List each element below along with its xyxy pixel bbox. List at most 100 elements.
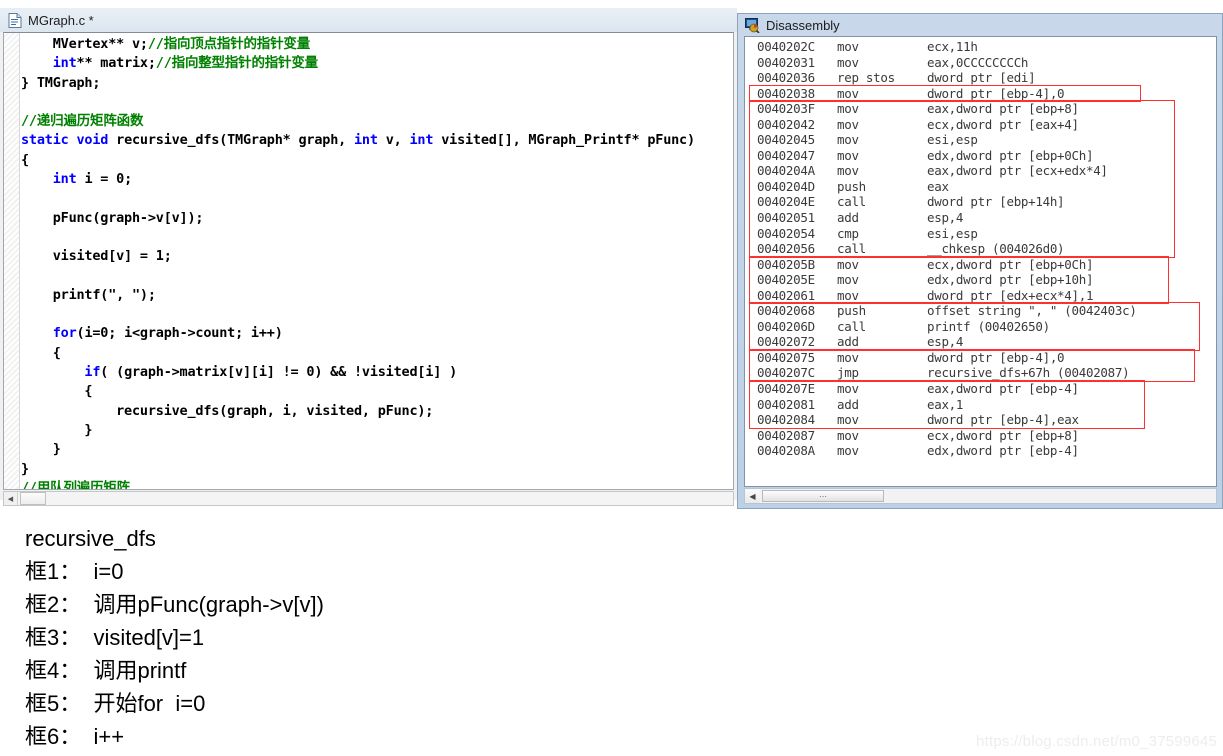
disassembly-row[interactable]: 00402056 call __chkesp (004026d0) — [745, 241, 1216, 257]
editor-tab-title: MGraph.c * — [28, 12, 94, 28]
instruction-address: 0040207E — [757, 381, 815, 397]
disassembly-row[interactable]: 00402038 mov dword ptr [ebp-4],0 — [745, 86, 1216, 102]
instruction-address: 00402031 — [757, 54, 815, 70]
instruction-address: 00402038 — [757, 85, 815, 101]
watermark-text: https://blog.csdn.net/m0_37599645 — [976, 733, 1217, 750]
disassembly-row[interactable]: 00402054 cmp esi,esp — [745, 226, 1216, 242]
code-token: { — [21, 383, 93, 400]
disassembly-row[interactable]: 00402081 add eax,1 — [745, 397, 1216, 413]
code-token: int — [52, 171, 77, 188]
code-token: //指向整型指针的指针变量 — [155, 55, 318, 72]
instruction-mnemonic: add — [837, 396, 859, 412]
disassembly-row[interactable]: 0040203F mov eax,dword ptr [ebp+8] — [745, 101, 1216, 117]
instruction-operands: dword ptr [ebp-4],0 — [927, 85, 1065, 101]
instruction-mnemonic: mov — [837, 272, 859, 288]
code-token: //指向顶点指针的指针变量 — [147, 36, 310, 52]
code-line: visited[v] = 1; — [21, 247, 733, 266]
disassembly-row[interactable]: 00402045 mov esi,esp — [745, 132, 1216, 148]
disassembly-row[interactable]: 0040202C mov ecx,11h — [745, 39, 1216, 55]
instruction-address: 00402056 — [757, 241, 815, 257]
editor-scroll-left-arrow-icon[interactable]: ◀ — [4, 492, 18, 505]
code-token: int — [353, 132, 378, 149]
code-line: if( (graph->matrix[v][i] != 0) && !visit… — [21, 363, 733, 382]
disassembly-row[interactable]: 00402036 rep stos dword ptr [edi] — [745, 70, 1216, 86]
instruction-operands: offset string ", " (0042403c) — [927, 303, 1137, 319]
code-token: static void — [21, 132, 109, 149]
editor-text-area[interactable]: MVertex** v;//指向顶点指针的指针变量 int** matrix;/… — [3, 32, 734, 490]
instruction-address: 00402051 — [757, 210, 815, 226]
disassembly-row[interactable]: 0040206D call printf (00402650) — [745, 319, 1216, 335]
disassembly-title: Disassembly — [766, 17, 840, 33]
disassembly-row[interactable]: 0040208A mov edx,dword ptr [ebp-4] — [745, 443, 1216, 459]
instruction-mnemonic: push — [837, 178, 866, 194]
code-line: recursive_dfs(graph, i, visited, pFunc); — [21, 402, 733, 421]
source-code-content[interactable]: MVertex** v;//指向顶点指针的指针变量 int** matrix;/… — [21, 35, 733, 489]
instruction-address: 0040206D — [757, 318, 815, 334]
instruction-operands: dword ptr [ebp-4],0 — [927, 349, 1065, 365]
instruction-address: 0040202C — [757, 39, 815, 54]
instruction-operands: eax,dword ptr [ecx+edx*4] — [927, 163, 1108, 179]
code-token: ** matrix; — [76, 55, 156, 72]
code-line: //用队列遍历矩阵 — [21, 479, 733, 489]
instruction-address: 00402084 — [757, 412, 815, 428]
disassembly-row[interactable]: 00402068 push offset string ", " (0042403c… — [745, 303, 1216, 319]
disassembly-row[interactable]: 00402047 mov edx,dword ptr [ebp+0Ch] — [745, 148, 1216, 164]
instruction-mnemonic: mov — [837, 443, 859, 459]
instruction-mnemonic: mov — [837, 427, 859, 443]
disassembly-scroll-left-arrow-icon[interactable]: ◀ — [745, 489, 760, 503]
disassembly-rows[interactable]: 0040202C mov ecx,11h 00402031 mov eax,0CCCCCC… — [745, 39, 1216, 459]
disassembly-row[interactable]: 0040204E call dword ptr [ebp+14h] — [745, 194, 1216, 210]
instruction-address: 00402068 — [757, 303, 815, 319]
code-line: } — [21, 460, 733, 479]
instruction-address: 00402042 — [757, 116, 815, 132]
disassembly-window-icon — [745, 17, 760, 34]
instruction-operands: eax,dword ptr [ebp-4] — [927, 381, 1079, 397]
instruction-operands: eax,dword ptr [ebp+8] — [927, 101, 1079, 117]
instruction-mnemonic: mov — [837, 101, 859, 117]
disassembly-row[interactable]: 00402051 add esp,4 — [745, 210, 1216, 226]
instruction-address: 0040207C — [757, 365, 815, 381]
instruction-mnemonic: add — [837, 210, 859, 226]
disassembly-row[interactable]: 00402031 mov eax,0CCCCCCCCh — [745, 55, 1216, 71]
note-line: 框5： 开始for i=0 — [25, 691, 206, 716]
disassembly-listing-area[interactable]: 0040202C mov ecx,11h 00402031 mov eax,0CCCCCC… — [744, 36, 1217, 487]
instruction-address: 0040208A — [757, 443, 815, 459]
disassembly-row[interactable]: 0040205B mov ecx,dword ptr [ebp+0Ch] — [745, 257, 1216, 273]
disassembly-row[interactable]: 00402042 mov ecx,dword ptr [eax+4] — [745, 117, 1216, 133]
disassembly-row[interactable]: 00402072 add esp,4 — [745, 334, 1216, 350]
disassembly-row[interactable]: 00402087 mov ecx,dword ptr [ebp+8] — [745, 428, 1216, 444]
editor-horizontal-scrollbar[interactable]: ◀ — [3, 491, 734, 506]
code-token: recursive_dfs(graph, i, visited, pFunc); — [21, 402, 434, 419]
instruction-mnemonic: call — [837, 241, 866, 257]
code-line: } — [21, 421, 733, 440]
editor-titlebar[interactable]: MGraph.c * — [0, 8, 737, 32]
instruction-mnemonic: call — [837, 318, 866, 334]
disassembly-horizontal-scrollbar[interactable]: ◀ ⋯ — [744, 488, 1217, 504]
editor-scrollbar-thumb[interactable] — [20, 492, 46, 505]
disassembly-row[interactable]: 0040207C jmp recursive_dfs+67h (00402087) — [745, 365, 1216, 381]
disassembly-row[interactable]: 0040205E mov edx,dword ptr [ebp+10h] — [745, 272, 1216, 288]
disassembly-row[interactable]: 0040207E mov eax,dword ptr [ebp-4] — [745, 381, 1216, 397]
disassembly-scrollbar-thumb[interactable]: ⋯ — [762, 490, 884, 502]
disassembly-row[interactable]: 00402061 mov dword ptr [edx+ecx*4],1 — [745, 288, 1216, 304]
instruction-address: 0040204A — [757, 163, 815, 179]
code-token: if — [84, 364, 101, 381]
instruction-address: 00402054 — [757, 225, 815, 241]
instruction-mnemonic: mov — [837, 381, 859, 397]
disassembly-row[interactable]: 00402075 mov dword ptr [ebp-4],0 — [745, 350, 1216, 366]
instruction-address: 00402061 — [757, 287, 815, 303]
code-token: { — [21, 151, 29, 168]
disassembly-titlebar[interactable]: Disassembly — [738, 14, 1222, 36]
instruction-operands: esp,4 — [927, 210, 964, 226]
disassembly-row[interactable]: 0040204D push eax — [745, 179, 1216, 195]
disassembly-row[interactable]: 0040204A mov eax,dword ptr [ecx+edx*4] — [745, 163, 1216, 179]
instruction-address: 00402045 — [757, 132, 815, 148]
code-line: //递归遍历矩阵函数 — [21, 112, 733, 131]
disassembly-row[interactable]: 00402084 mov dword ptr [ebp-4],eax — [745, 412, 1216, 428]
code-token: recursive_dfs(TMGraph* graph, — [108, 132, 354, 149]
instruction-mnemonic: mov — [837, 349, 859, 365]
